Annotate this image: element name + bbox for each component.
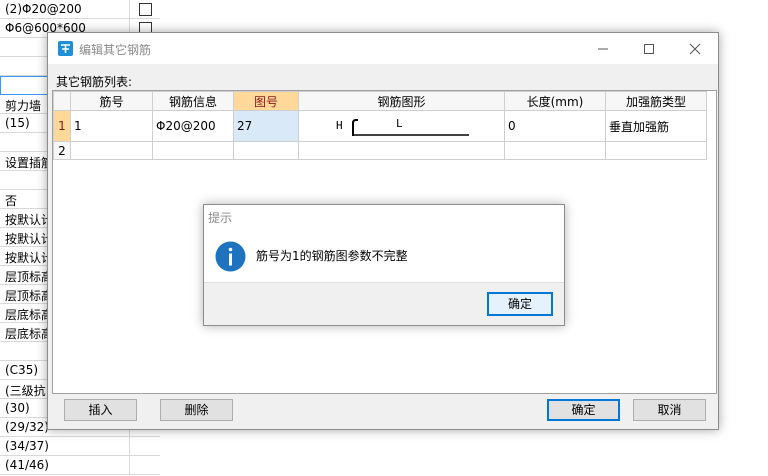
table-header-row: 筋号 钢筋信息 图号 钢筋图形 长度(mm) 加强筋类型	[53, 91, 707, 111]
rebar-shape-figure: H L	[300, 112, 500, 141]
title-bar[interactable]: 编辑其它钢筋	[48, 33, 718, 64]
row-number-cell[interactable]: 2	[53, 141, 71, 160]
minimize-button[interactable]	[580, 33, 626, 64]
property-value: (34/37)	[5, 439, 49, 453]
rebar-list-label: 其它钢筋列表:	[56, 75, 133, 89]
figure-no-cell[interactable]	[233, 141, 299, 160]
message-text: 筋号为1的钢筋图参数不完整	[256, 249, 408, 263]
property-row[interactable]: (41/46)	[0, 456, 160, 475]
close-button[interactable]	[672, 33, 718, 64]
property-value: (41/46)	[5, 458, 49, 472]
delete-button[interactable]: 删除	[160, 399, 233, 421]
table-row[interactable]: 2	[53, 141, 707, 160]
rebar-app-icon	[58, 41, 73, 56]
property-value: 按默认计	[5, 232, 54, 246]
length-cell[interactable]: 0	[504, 110, 606, 142]
rebar-table: 筋号 钢筋信息 图号 钢筋图形 长度(mm) 加强筋类型 1 1 Φ20@200…	[53, 91, 707, 160]
property-value: 层顶标高	[5, 289, 54, 303]
info-icon	[215, 241, 246, 272]
property-value: (C35)	[5, 363, 39, 377]
column-header-rownum[interactable]	[53, 91, 71, 111]
table-row[interactable]: 1 1 Φ20@200 27 H L 0 垂直加强筋	[53, 110, 707, 142]
property-row[interactable]: (34/37)	[0, 437, 160, 456]
property-value: (29/32)	[5, 420, 49, 434]
property-value: 按默认计	[5, 213, 54, 227]
column-header-length[interactable]: 长度(mm)	[504, 91, 606, 111]
checkbox-cell	[129, 437, 160, 456]
close-icon	[689, 43, 701, 55]
figure-no-cell[interactable]: 27	[233, 110, 299, 142]
rebar-info-cell[interactable]	[152, 141, 234, 160]
message-box-footer: 确定	[204, 282, 564, 325]
minimize-icon	[598, 48, 608, 50]
shape-l-label: L	[396, 117, 403, 130]
property-value: 层底标高	[5, 308, 54, 322]
property-value: (30)	[5, 401, 30, 415]
prompt-message-box: 提示 筋号为1的钢筋图参数不完整 确定	[203, 204, 565, 326]
property-value: 设置插筋	[5, 156, 54, 170]
message-ok-button[interactable]: 确定	[487, 292, 553, 316]
rebar-shape-cell[interactable]: H L	[298, 110, 505, 142]
maximize-icon	[644, 44, 654, 54]
length-cell[interactable]	[504, 141, 606, 160]
column-header-shape[interactable]: 钢筋图形	[298, 91, 505, 111]
reinforcement-type-cell[interactable]: 垂直加强筋	[605, 110, 707, 142]
window-title: 编辑其它钢筋	[79, 43, 152, 57]
rebar-name-cell[interactable]	[70, 141, 153, 160]
reinforcement-type-cell[interactable]	[605, 141, 707, 160]
cancel-button[interactable]: 取消	[633, 399, 706, 421]
checkbox[interactable]	[139, 3, 152, 16]
checkbox-cell	[129, 456, 160, 475]
property-value: (2)Φ20@200	[5, 2, 82, 16]
column-header-figure-no[interactable]: 图号	[233, 91, 299, 111]
row-number-cell[interactable]: 1	[53, 110, 71, 142]
rebar-name-cell[interactable]: 1	[70, 110, 153, 142]
property-value: (15)	[5, 116, 30, 130]
insert-button[interactable]: 插入	[64, 399, 137, 421]
checkbox-cell	[129, 0, 160, 19]
column-header-type[interactable]: 加强筋类型	[605, 91, 707, 111]
maximize-button[interactable]	[626, 33, 672, 64]
property-value: 按默认计	[5, 251, 54, 265]
property-value: 否	[5, 194, 18, 208]
rebar-shape-cell[interactable]	[298, 141, 505, 160]
ok-button[interactable]: 确定	[547, 399, 620, 421]
message-box-title: 提示	[208, 211, 233, 225]
column-header-info[interactable]: 钢筋信息	[152, 91, 234, 111]
property-value: 剪力墙	[5, 99, 42, 113]
column-header-name[interactable]: 筋号	[70, 91, 153, 111]
property-value: 层底标高	[5, 327, 54, 341]
property-row[interactable]: (2)Φ20@200	[0, 0, 160, 19]
property-value: (三级抗	[5, 384, 46, 398]
property-value: 层顶标高	[5, 270, 54, 284]
rebar-info-cell[interactable]: Φ20@200	[152, 110, 234, 142]
